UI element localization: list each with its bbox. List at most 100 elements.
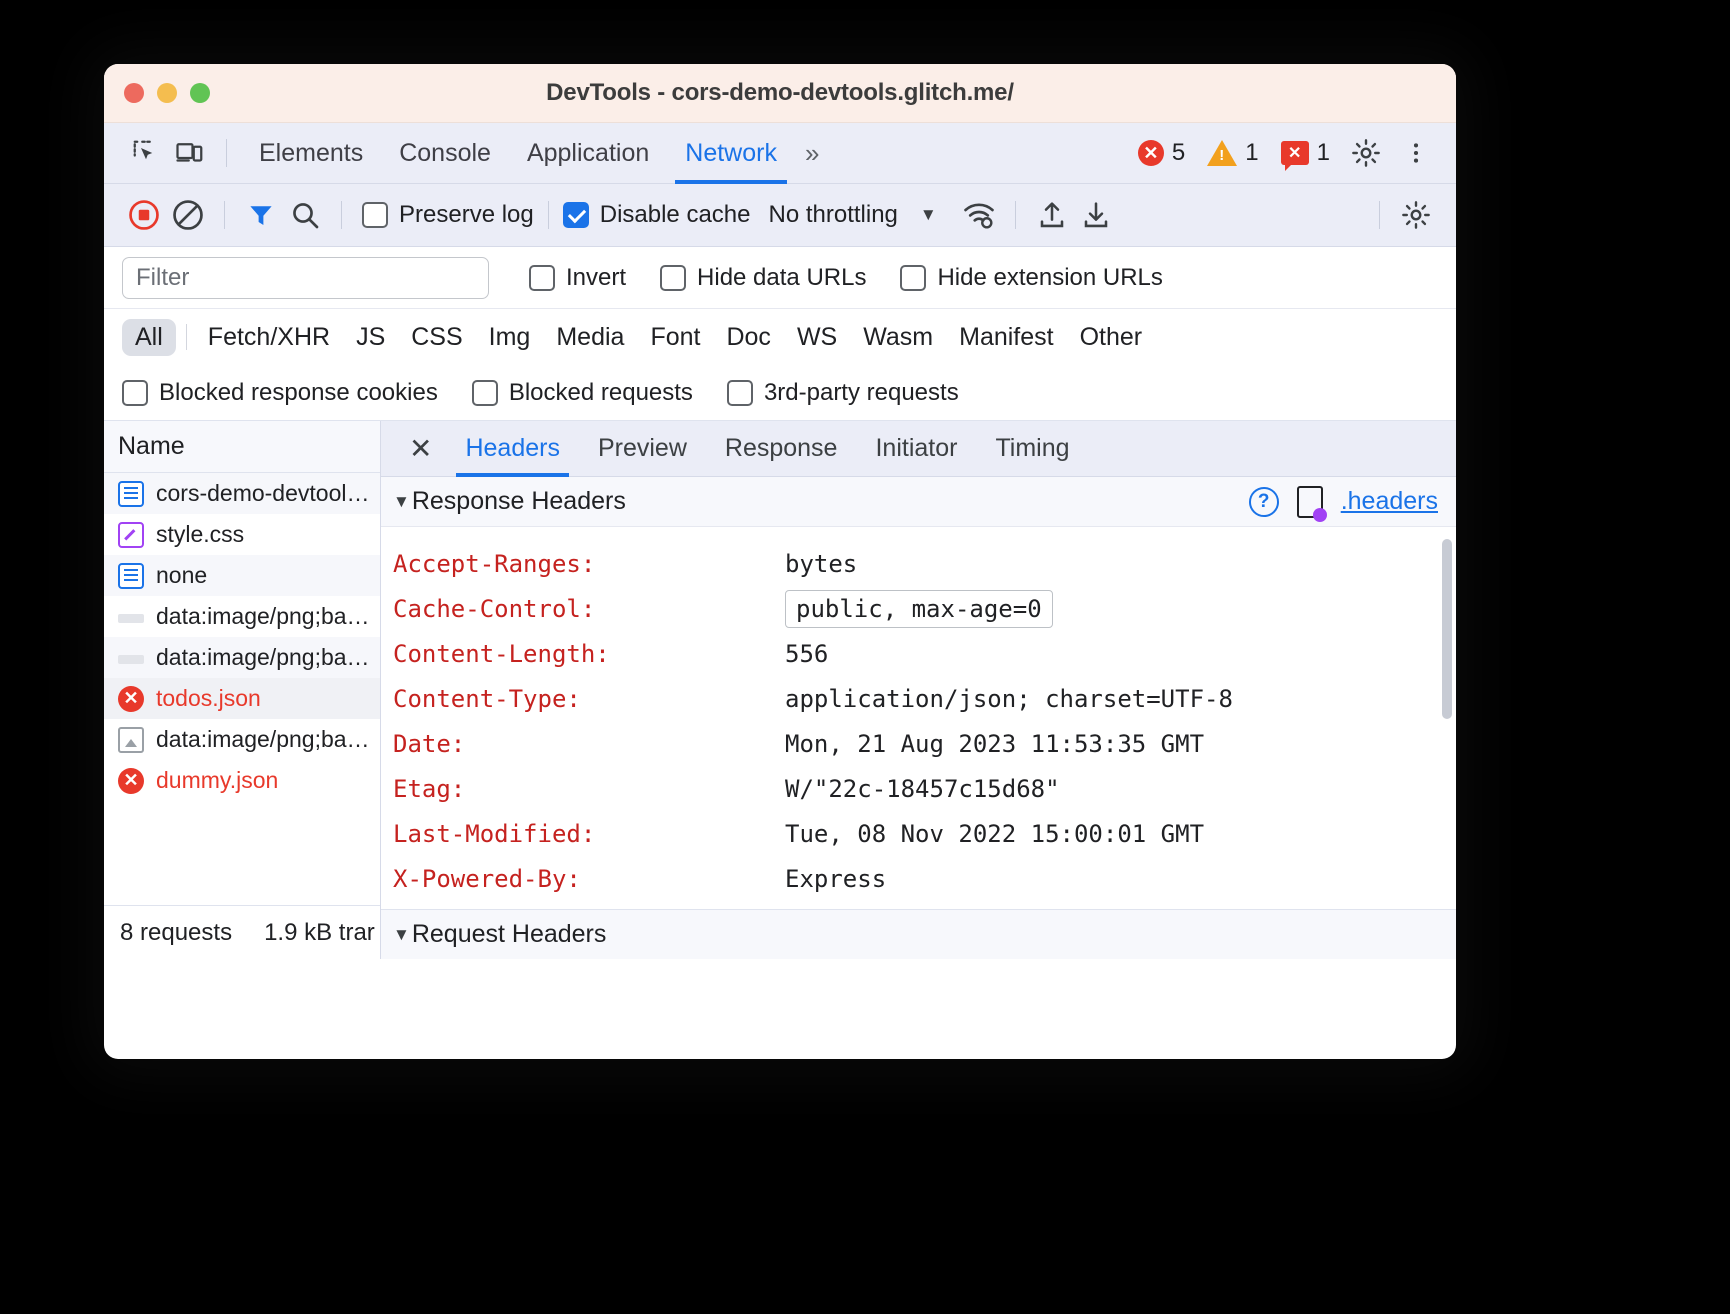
issue-badges: ✕ 5 1 ✕ 1 — [1130, 133, 1438, 173]
type-filter-fetch-xhr[interactable]: Fetch/XHR — [195, 319, 343, 356]
table-row[interactable]: none — [104, 555, 380, 596]
header-value[interactable]: W/"22c-18457c15d68" — [785, 775, 1060, 803]
warning-count: 1 — [1245, 139, 1258, 167]
header-value[interactable]: 556 — [785, 640, 828, 668]
tab-console[interactable]: Console — [381, 123, 509, 184]
headers-override-link[interactable]: .headers — [1341, 487, 1438, 516]
throttling-select[interactable]: No throttling — [768, 201, 897, 229]
table-row[interactable]: ✕ todos.json — [104, 678, 380, 719]
error-count: 5 — [1172, 139, 1185, 167]
header-value[interactable]: bytes — [785, 550, 857, 578]
filter-funnel-icon[interactable] — [239, 195, 283, 235]
type-filter-manifest[interactable]: Manifest — [946, 319, 1066, 356]
header-value[interactable]: application/json; charset=UTF-8 — [785, 685, 1233, 713]
type-filter-font[interactable]: Font — [637, 319, 713, 356]
type-filter-other[interactable]: Other — [1067, 319, 1156, 356]
help-question-icon[interactable]: ? — [1249, 487, 1279, 517]
type-filter-doc[interactable]: Doc — [713, 319, 783, 356]
preserve-log-checkbox[interactable]: Preserve log — [362, 201, 534, 229]
header-row: Content-Length: 556 — [381, 631, 1456, 676]
export-har-icon[interactable] — [1074, 195, 1118, 235]
third-party-requests-checkbox[interactable]: 3rd-party requests — [727, 379, 959, 407]
hide-extension-urls-label: Hide extension URLs — [937, 264, 1162, 292]
clear-icon[interactable] — [166, 195, 210, 235]
type-filter-ws[interactable]: WS — [784, 319, 850, 356]
chevron-down-icon[interactable]: ▼ — [393, 492, 410, 512]
tab-initiator[interactable]: Initiator — [856, 421, 976, 477]
chevron-down-icon[interactable]: ▼ — [393, 925, 410, 945]
table-row[interactable]: cors-demo-devtool… — [104, 473, 380, 514]
request-headers-section-header[interactable]: ▼ Request Headers — [381, 909, 1456, 959]
tab-elements[interactable]: Elements — [241, 123, 381, 184]
type-filter-img[interactable]: Img — [476, 319, 544, 356]
search-input[interactable] — [122, 257, 489, 299]
invert-box[interactable] — [529, 265, 555, 291]
hide-data-urls-box[interactable] — [660, 265, 686, 291]
search-icon[interactable] — [283, 195, 327, 235]
inspect-icon[interactable] — [124, 133, 168, 173]
preserve-log-box[interactable] — [362, 202, 388, 228]
blocked-requests-checkbox[interactable]: Blocked requests — [472, 379, 693, 407]
table-row[interactable]: data:image/png;ba… — [104, 596, 380, 637]
invert-label: Invert — [566, 264, 626, 292]
invert-checkbox[interactable]: Invert — [529, 264, 626, 292]
request-details-panel: ✕ Headers Preview Response Initiator Tim… — [381, 421, 1456, 959]
table-row[interactable]: style.css — [104, 514, 380, 555]
hide-extension-urls-checkbox[interactable]: Hide extension URLs — [900, 264, 1162, 292]
response-headers-section-header[interactable]: ▼ Response Headers ? .headers — [381, 477, 1456, 527]
error-badge[interactable]: ✕ 5 — [1130, 139, 1193, 167]
type-filter-media[interactable]: Media — [543, 319, 637, 356]
more-tabs-icon[interactable]: » — [795, 138, 829, 169]
tab-network[interactable]: Network — [667, 123, 795, 184]
screen-background: DevTools - cors-demo-devtools.glitch.me/… — [0, 0, 1730, 1314]
chevron-down-icon[interactable]: ▼ — [920, 205, 937, 225]
import-har-icon[interactable] — [1030, 195, 1074, 235]
third-party-requests-box[interactable] — [727, 380, 753, 406]
type-filter-css[interactable]: CSS — [398, 319, 475, 356]
type-filter-all[interactable]: All — [122, 319, 176, 356]
table-row[interactable]: data:image/png;ba… — [104, 637, 380, 678]
hide-data-urls-checkbox[interactable]: Hide data URLs — [660, 264, 866, 292]
table-row[interactable]: data:image/png;ba… — [104, 719, 380, 760]
type-filter-divider — [186, 324, 187, 350]
network-body: Name cors-demo-devtool… style.css none — [104, 421, 1456, 959]
network-conditions-icon[interactable] — [957, 195, 1001, 235]
header-value[interactable]: Mon, 21 Aug 2023 11:53:35 GMT — [785, 730, 1204, 758]
details-scrollbar[interactable] — [1442, 539, 1452, 719]
header-value-editable[interactable]: public, max-age=0 — [785, 590, 1053, 628]
column-header-name[interactable]: Name — [104, 421, 380, 473]
message-count: 1 — [1317, 139, 1330, 167]
header-name: X-Powered-By: — [393, 865, 785, 893]
message-badge[interactable]: ✕ 1 — [1273, 139, 1338, 167]
network-settings-gear-icon[interactable] — [1394, 195, 1438, 235]
error-circle-icon: ✕ — [1138, 140, 1164, 166]
settings-gear-icon[interactable] — [1344, 133, 1388, 173]
tab-response[interactable]: Response — [706, 421, 857, 477]
tab-timing[interactable]: Timing — [976, 421, 1088, 477]
blocked-requests-box[interactable] — [472, 380, 498, 406]
blocked-response-cookies-checkbox[interactable]: Blocked response cookies — [122, 379, 438, 407]
window-title: DevTools - cors-demo-devtools.glitch.me/ — [104, 79, 1456, 107]
toolbar-divider-6 — [1379, 201, 1380, 229]
more-vertical-icon[interactable] — [1394, 133, 1438, 173]
device-toolbar-icon[interactable] — [168, 133, 212, 173]
warning-badge[interactable]: 1 — [1199, 139, 1266, 167]
blocked-response-cookies-box[interactable] — [122, 380, 148, 406]
headers-file-icon[interactable] — [1297, 486, 1323, 518]
header-value[interactable]: Tue, 08 Nov 2022 15:00:01 GMT — [785, 820, 1204, 848]
tab-headers[interactable]: Headers — [446, 421, 579, 477]
header-name: Accept-Ranges: — [393, 550, 785, 578]
tab-preview[interactable]: Preview — [579, 421, 706, 477]
header-row: Date: Mon, 21 Aug 2023 11:53:35 GMT — [381, 721, 1456, 766]
disable-cache-box[interactable] — [563, 202, 589, 228]
type-filter-js[interactable]: JS — [343, 319, 398, 356]
hide-extension-urls-box[interactable] — [900, 265, 926, 291]
disable-cache-checkbox[interactable]: Disable cache — [563, 201, 751, 229]
record-stop-icon[interactable] — [122, 195, 166, 235]
close-icon[interactable]: ✕ — [395, 421, 446, 477]
tab-application[interactable]: Application — [509, 123, 667, 184]
data-url-icon — [118, 614, 144, 623]
type-filter-wasm[interactable]: Wasm — [850, 319, 946, 356]
header-value[interactable]: Express — [785, 865, 886, 893]
table-row[interactable]: ✕ dummy.json — [104, 760, 380, 801]
